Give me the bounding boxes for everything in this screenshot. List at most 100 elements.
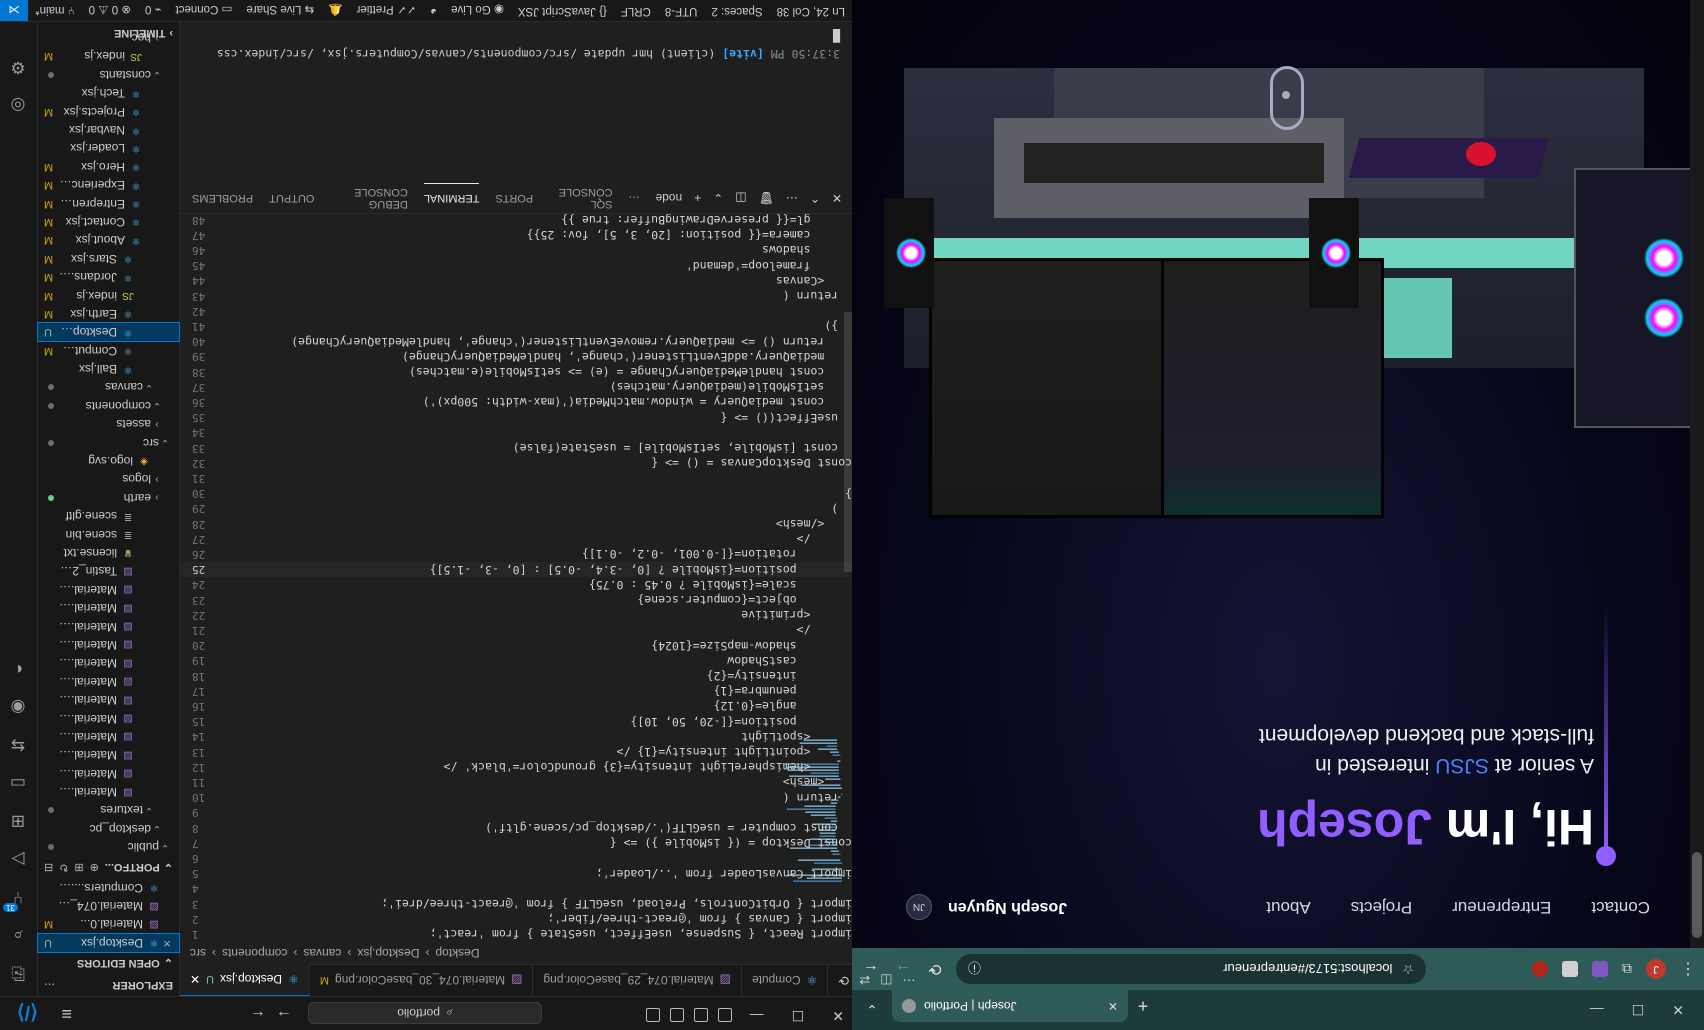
- profile-avatar[interactable]: J: [1646, 959, 1666, 979]
- extensions-puzzle-icon[interactable]: ⧉: [1622, 961, 1632, 978]
- editor-tab[interactable]: ▨ Material.074_29_baseColor.png: [533, 964, 742, 996]
- minimize-window-icon[interactable]: —: [1590, 1002, 1604, 1018]
- tree-item[interactable]: ▨ Material.074_33...: [38, 709, 179, 727]
- breadcrumb-item[interactable]: Desktop.jsx: [357, 946, 419, 960]
- bookmark-star-icon[interactable]: ☆: [1402, 961, 1414, 977]
- browser-menu-icon[interactable]: ⋮: [1680, 959, 1696, 979]
- tree-item[interactable]: › assets: [38, 415, 179, 433]
- panel-tab-ports[interactable]: PORTS: [495, 183, 533, 213]
- tree-item[interactable]: ⚛ Hero.jsx M: [38, 158, 179, 176]
- tree-item[interactable]: ⌄ constants: [38, 66, 179, 84]
- panel-tab-problems[interactable]: PROBLEMS: [192, 183, 253, 213]
- tree-item[interactable]: ▨ Material.074_40...: [38, 617, 179, 635]
- tree-item[interactable]: ⌄ public: [38, 838, 179, 856]
- tree-item[interactable]: ▨ Material.074_69...: [38, 599, 179, 617]
- close-tab-icon[interactable]: ✕: [190, 973, 200, 987]
- layout-toggle-icon-2[interactable]: [694, 1008, 708, 1022]
- nav-link-projects[interactable]: Projects: [1351, 897, 1412, 917]
- tree-item[interactable]: ▨ Material.07...: [38, 764, 179, 782]
- site-info-icon[interactable]: ⓘ: [968, 960, 981, 979]
- more-actions-icon[interactable]: ⋯: [903, 973, 916, 989]
- tree-item[interactable]: ⌄ src: [38, 433, 179, 451]
- extensions-icon[interactable]: ⊞: [7, 810, 29, 832]
- explorer-more-icon[interactable]: ⋯: [38, 979, 55, 992]
- tree-item[interactable]: ⚛ Tech.jsx: [38, 84, 179, 102]
- scroll-indicator[interactable]: [1270, 66, 1304, 130]
- nav-link-entrepreneur[interactable]: Entrepreneur: [1452, 897, 1551, 917]
- collapse-all-icon[interactable]: ⊟: [44, 861, 53, 874]
- close-tab-icon[interactable]: ✕: [1108, 999, 1118, 1013]
- terminal-dropdown-icon[interactable]: ⌄: [713, 191, 723, 205]
- browser-scroll-thumb[interactable]: [1692, 852, 1702, 938]
- panel-tab-debug-console[interactable]: DEBUG CONSOLE: [330, 183, 408, 213]
- tree-item[interactable]: ⚛ Loader.jsx: [38, 139, 179, 157]
- tree-item[interactable]: ▨ Material.074_32...: [38, 728, 179, 746]
- new-folder-icon[interactable]: ⊞: [74, 861, 83, 874]
- new-tab-button[interactable]: +: [1128, 990, 1158, 1022]
- vscode-maximize-icon[interactable]: ☐: [792, 1007, 805, 1024]
- close-editor-icon[interactable]: ✕: [161, 937, 173, 948]
- command-center-search[interactable]: ⌕ portfolio: [308, 1002, 542, 1024]
- terminal-shell-label[interactable]: node: [656, 191, 683, 205]
- status-eol[interactable]: CRLF: [614, 4, 658, 18]
- layout-toggle-icon-3[interactable]: [670, 1008, 684, 1022]
- tree-item[interactable]: ⌄ textures: [38, 801, 179, 819]
- tree-item[interactable]: ≣ scene.gltf: [38, 507, 179, 525]
- open-editor-item[interactable]: ✕ ⚛ Desktop.jsx U: [37, 932, 180, 954]
- nav-forward-icon[interactable]: →: [276, 1006, 292, 1024]
- tree-item[interactable]: ⌄ canvas: [38, 378, 179, 396]
- tree-item[interactable]: ▨ Material.074_31...: [38, 746, 179, 764]
- tree-item[interactable]: ⚛ Ball.jsx: [38, 360, 179, 378]
- tab-search-icon[interactable]: ⌄: [852, 990, 892, 1030]
- editor-tab[interactable]: ⚛ Compute: [741, 964, 829, 996]
- status-encoding[interactable]: UTF-8: [658, 4, 705, 18]
- python-icon[interactable]: ◉: [7, 696, 29, 718]
- editor-tab[interactable]: ⚛ Desktop.jsx U ✕: [180, 964, 310, 996]
- maximize-window-icon[interactable]: ☐: [1632, 1002, 1645, 1019]
- status-go-live[interactable]: ◉ Go Live: [444, 4, 511, 18]
- compare-icon[interactable]: ⇄: [859, 973, 870, 989]
- panel-more-icon[interactable]: ⋯: [629, 183, 640, 213]
- live-share-icon[interactable]: ⇆: [7, 734, 29, 756]
- layout-toggle-icon-4[interactable]: [646, 1008, 660, 1022]
- refresh-icon[interactable]: ↻: [59, 861, 68, 874]
- tree-item[interactable]: ▨ Tastin_2_baseCol...: [38, 562, 179, 580]
- split-editor-icon[interactable]: ◫: [880, 973, 892, 989]
- split-terminal-icon[interactable]: ◫: [735, 191, 746, 205]
- panel-tab-terminal[interactable]: TERMINAL: [423, 183, 480, 213]
- new-file-icon[interactable]: ⊕: [90, 861, 99, 874]
- editor-tab[interactable]: ▨ Material.074_30_baseColor.png M: [309, 964, 534, 996]
- status-language[interactable]: {} JavaScript JSX: [511, 4, 614, 18]
- status-ports[interactable]: ⌁ 0: [138, 4, 169, 18]
- tree-item[interactable]: › earth: [38, 489, 179, 507]
- panel-tab-sql-console[interactable]: SQL CONSOLE: [549, 183, 613, 213]
- tree-item[interactable]: ⌄ desktop_pc: [38, 820, 179, 838]
- vscode-minimize-icon[interactable]: —: [750, 1007, 764, 1024]
- close-panel-icon[interactable]: ✕: [832, 191, 842, 205]
- maximize-panel-icon[interactable]: ⌃: [810, 191, 820, 205]
- breadcrumb-item[interactable]: canvas: [303, 946, 341, 960]
- accounts-icon[interactable]: ◎: [7, 94, 29, 116]
- tree-item[interactable]: ⚛ Contact.jsx M: [38, 213, 179, 231]
- tree-item[interactable]: JS index.js M: [38, 286, 179, 304]
- tree-item[interactable]: ▨ Material.074_36...: [38, 654, 179, 672]
- close-window-icon[interactable]: ✕: [1672, 1002, 1684, 1019]
- tree-item[interactable]: ▨ Material.074_39...: [38, 636, 179, 654]
- status-position[interactable]: Ln 24, Col 38: [770, 4, 852, 18]
- explorer-icon[interactable]: ⎘: [7, 962, 29, 984]
- site-logo-icon[interactable]: JN: [906, 894, 932, 920]
- tree-item[interactable]: ⚛ Computers.j... M: [38, 342, 179, 360]
- status-spaces[interactable]: Spaces: 2: [704, 4, 769, 18]
- search-view-icon[interactable]: ⌕: [7, 924, 29, 946]
- tree-item[interactable]: ⌄ components: [38, 397, 179, 415]
- tree-item[interactable]: ⚛ Navbar.jsx: [38, 121, 179, 139]
- panel-more-actions-icon[interactable]: ⋯: [786, 191, 798, 205]
- breadcrumb-item[interactable]: components: [222, 946, 287, 960]
- reload-button[interactable]: ⟳: [924, 959, 946, 979]
- tree-item[interactable]: ⚛ Desktop.jsx U: [37, 322, 180, 343]
- tree-item[interactable]: ⚛ Experience.jsx M: [38, 176, 179, 194]
- breadcrumb-item[interactable]: Desktop: [435, 946, 479, 960]
- tree-item[interactable]: ▨ Material.074_bas...: [38, 581, 179, 599]
- tree-item[interactable]: ⚛ Jordans.jsx M: [38, 268, 179, 286]
- site-brand[interactable]: Joseph Nguyen: [948, 898, 1067, 916]
